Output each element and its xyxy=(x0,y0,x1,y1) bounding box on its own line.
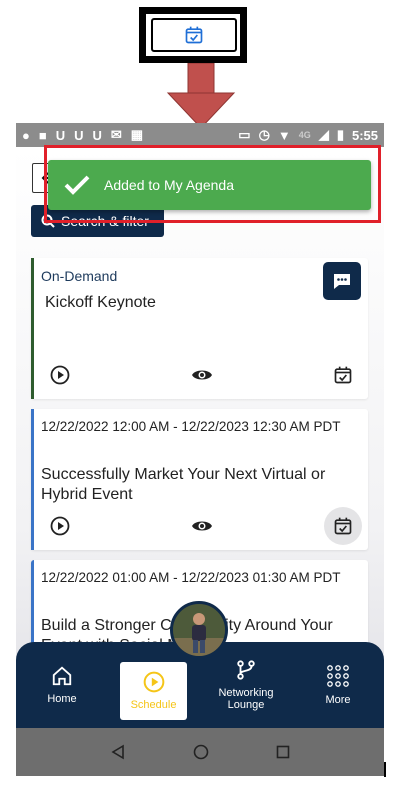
session-card[interactable]: 12/22/2022 12:00 AM - 12/22/2023 12:30 A… xyxy=(31,409,368,550)
nav-schedule-label: Schedule xyxy=(130,699,177,711)
calendar-icon: ▦ xyxy=(130,127,144,142)
session-card[interactable]: On-Demand Kickoff Keynote xyxy=(31,258,368,399)
session-title: Kickoff Keynote xyxy=(45,294,156,311)
nav-more-label: More xyxy=(325,694,351,706)
play-icon xyxy=(50,365,70,385)
session-meta: 12/22/2022 01:00 AM - 12/22/2023 01:30 A… xyxy=(41,570,341,585)
add-to-agenda-button[interactable] xyxy=(324,507,362,545)
home-circle-icon[interactable] xyxy=(193,744,209,760)
zoom-callout-frame xyxy=(151,18,237,52)
grid-dots-icon xyxy=(327,665,349,687)
avatar[interactable] xyxy=(170,601,228,659)
calendar-check-icon xyxy=(334,366,352,384)
nav-home-label: Home xyxy=(47,693,77,705)
add-to-agenda-button[interactable] xyxy=(328,360,358,390)
card-accent xyxy=(31,409,34,550)
calendar-check-icon xyxy=(185,26,203,44)
wifi-icon: ▼ xyxy=(277,127,291,143)
tutorial-screenshot: ● ■ U U U ✉ ▦ ▭ ◷ ▼ 4G ◢ ▮ 5:55 Search &… xyxy=(0,0,398,786)
card-accent xyxy=(31,258,34,399)
nav-home[interactable]: Home xyxy=(30,642,94,728)
signal-icon: ◢ xyxy=(318,127,329,142)
clock: 5:55 xyxy=(351,127,378,143)
recents-square-icon[interactable] xyxy=(276,745,290,759)
zoom-callout xyxy=(139,7,247,63)
branch-icon xyxy=(237,660,255,680)
cast-icon: ▭ xyxy=(238,127,251,142)
nav-more[interactable]: More xyxy=(306,642,370,728)
nav-networking-lounge[interactable]: Networking Lounge xyxy=(204,642,288,728)
alarm-icon: ◷ xyxy=(258,127,270,142)
session-meta: On-Demand xyxy=(41,268,118,284)
android-navigation-bar xyxy=(16,728,384,776)
person-photo xyxy=(173,604,225,656)
session-meta: 12/22/2022 12:00 AM - 12/22/2023 12:30 A… xyxy=(41,419,341,434)
mail-icon: ✉ xyxy=(110,127,122,142)
down-arrow-annotation xyxy=(166,63,236,129)
play-icon xyxy=(50,516,70,536)
nav-schedule[interactable]: Schedule xyxy=(120,662,187,720)
network-label: 4G xyxy=(298,130,311,140)
status-letter: U xyxy=(55,127,66,143)
highlight-box xyxy=(44,145,381,223)
message-icon: ● xyxy=(22,127,30,143)
home-icon xyxy=(52,666,72,686)
chat-button[interactable] xyxy=(323,262,361,300)
view-button[interactable] xyxy=(187,360,217,390)
text-cursor xyxy=(384,762,386,777)
play-button[interactable] xyxy=(45,360,75,390)
play-circle-icon xyxy=(143,671,164,693)
teams-icon: ■ xyxy=(38,127,47,143)
session-title: Successfully Market Your Next Virtual or… xyxy=(41,466,326,503)
view-button[interactable] xyxy=(187,511,217,541)
calendar-check-icon xyxy=(334,517,352,535)
status-letter: U xyxy=(92,127,102,143)
eye-icon xyxy=(192,370,212,380)
chat-icon xyxy=(334,274,350,289)
battery-icon: ▮ xyxy=(336,127,344,142)
eye-icon xyxy=(192,521,212,531)
back-triangle-icon[interactable] xyxy=(110,744,126,760)
play-button[interactable] xyxy=(45,511,75,541)
status-letter: U xyxy=(74,127,84,143)
status-bar: ● ■ U U U ✉ ▦ ▭ ◷ ▼ 4G ◢ ▮ 5:55 xyxy=(16,123,384,147)
nav-networking-label: Networking Lounge xyxy=(218,687,274,711)
